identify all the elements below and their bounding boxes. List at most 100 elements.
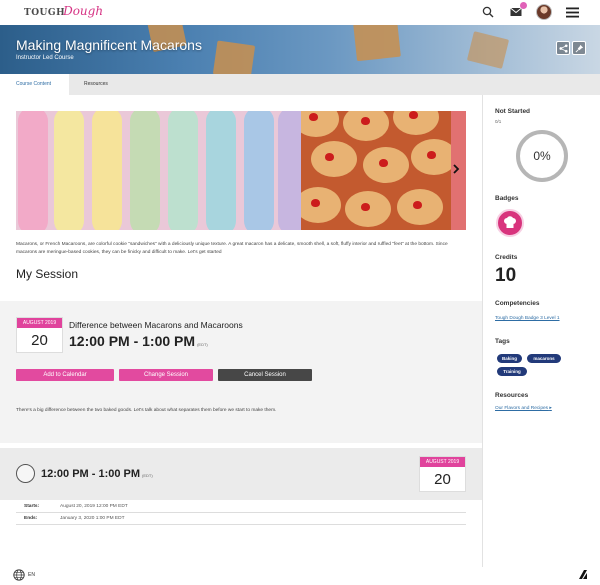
globe-icon (13, 569, 25, 581)
badges-heading: Badges (495, 195, 519, 202)
banner-cracker-graphic (466, 31, 510, 69)
competency-link[interactable]: Tough Dough Badge 3 Level 1 (495, 316, 560, 321)
cancel-session-button[interactable]: Cancel Session (218, 369, 312, 381)
macaron-stack-graphic (92, 111, 122, 230)
session-details: Starts: August 20, 2019 12:00 PM EDT End… (16, 501, 466, 525)
course-sidebar: Not Started 0/1 0% Badges Credits 10 Com… (482, 95, 600, 567)
competencies-heading: Competencies (495, 300, 540, 307)
course-type: Instructor Led Course (16, 55, 74, 61)
mail-icon[interactable] (508, 2, 527, 20)
add-to-calendar-button[interactable]: Add to Calendar (16, 369, 114, 381)
tag-training[interactable]: Training (497, 367, 527, 376)
ends-row: Ends: January 3, 2020 1:00 PM EDT (16, 513, 466, 525)
tag-baking[interactable]: Baking (497, 354, 522, 363)
credits-heading: Credits (495, 254, 518, 261)
chevron-right-icon (453, 164, 460, 174)
strawberry-graphic (379, 159, 388, 167)
progress-percent: 0% (533, 149, 551, 163)
alt-session-time: 12:00 PM - 1:00 PM (EDT) (41, 468, 153, 480)
language-selector[interactable]: EN (13, 569, 35, 581)
session-date-card: AUGUST 2019 20 (16, 317, 63, 353)
main-content: Macarons, or French Macaroons, are color… (0, 95, 482, 567)
alternate-session-option: 12:00 PM - 1:00 PM (EDT) AUGUST 2019 20 (0, 448, 482, 500)
course-title: Making Magnificent Macarons (16, 37, 202, 53)
strawberry-graphic (409, 111, 418, 119)
macaron-stack-graphic (54, 111, 84, 230)
progress-ring: 0% (516, 130, 568, 182)
macaron-stack-graphic (168, 111, 198, 230)
strawberry-graphic (427, 151, 436, 159)
ends-label: Ends: (24, 516, 38, 521)
resource-link-label: Our Flavors and Recipes (495, 406, 549, 411)
status-count: 0/1 (495, 119, 502, 124)
banner-cracker-graphic (212, 40, 256, 74)
tart-graphic (311, 141, 357, 177)
logo-text-dough: Dough (63, 4, 104, 18)
session-radio-button[interactable] (16, 464, 35, 483)
session-title: Difference between Macarons and Macaroon… (69, 320, 243, 330)
image-carousel (16, 111, 466, 230)
share-icon (558, 43, 568, 53)
tab-course-content[interactable]: Course Content (0, 74, 69, 95)
carousel-next-button[interactable] (452, 163, 460, 177)
starts-value: August 20, 2019 12:00 PM EDT (60, 504, 128, 509)
course-description: Macarons, or French Macaroons, are color… (16, 242, 448, 255)
tag-macarons[interactable]: macarons (527, 354, 561, 363)
menu-icon[interactable] (564, 4, 580, 20)
top-bar: TOUGHDough (0, 0, 600, 25)
tags-heading: Tags (495, 338, 510, 345)
tab-resources[interactable]: Resources (68, 74, 124, 95)
my-session-heading: My Session (16, 267, 79, 281)
course-tabs: Course Content Resources (0, 74, 600, 95)
credits-value: 10 (495, 265, 517, 286)
session-timezone: (EDT) (197, 342, 208, 347)
chef-hat-icon (504, 216, 516, 228)
strawberry-graphic (361, 117, 370, 125)
notification-badge (520, 2, 527, 9)
session-card: AUGUST 2019 20 Difference between Macaro… (0, 301, 482, 443)
session-day: 20 (31, 332, 48, 349)
starts-label: Starts: (24, 504, 40, 509)
macaron-stack-graphic (18, 111, 48, 230)
strawberry-graphic (413, 201, 422, 209)
avatar (536, 4, 552, 20)
status-heading: Not Started (495, 108, 531, 115)
strawberry-graphic (325, 153, 334, 161)
macarons-image (16, 111, 308, 230)
platform-logo-icon (579, 570, 587, 579)
alt-session-day: 20 (434, 471, 451, 488)
logo-text-tough: TOUGH (24, 8, 66, 18)
session-time: 12:00 PM - 1:00 PM (EDT) (69, 333, 208, 349)
brand-logo[interactable]: TOUGHDough (24, 4, 103, 22)
strawberry-graphic (309, 113, 318, 121)
strawberry-graphic (311, 199, 320, 207)
baker-badge[interactable] (496, 209, 524, 237)
session-note: There's a big difference between the two… (16, 408, 277, 413)
tart-graphic (343, 111, 389, 141)
chevron-right-icon: ▸ (549, 406, 552, 411)
change-session-button[interactable]: Change Session (119, 369, 213, 381)
tart-graphic (301, 187, 341, 223)
alt-session-date-card: AUGUST 2019 20 (419, 456, 466, 492)
banner-cracker-graphic (353, 25, 401, 62)
search-icon[interactable] (480, 4, 496, 20)
share-button[interactable] (556, 41, 570, 55)
resources-heading: Resources (495, 392, 529, 399)
user-avatar[interactable] (536, 4, 552, 20)
ends-value: January 3, 2020 1:00 PM EDT (60, 516, 125, 521)
macaron-stack-graphic (130, 111, 160, 230)
pin-button[interactable] (572, 41, 586, 55)
macaron-stack-graphic (206, 111, 236, 230)
starts-row: Starts: August 20, 2019 12:00 PM EDT (16, 501, 466, 513)
alt-session-timezone: (EDT) (142, 473, 153, 478)
macaron-stack-graphic (244, 111, 274, 230)
session-month: AUGUST 2019 (17, 318, 62, 328)
alt-session-month: AUGUST 2019 (420, 457, 465, 467)
session-time-range: 12:00 PM - 1:00 PM (69, 333, 196, 349)
footer: EN (0, 567, 600, 585)
tart-graphic (301, 111, 339, 137)
resource-link[interactable]: Our Flavors and Recipes ▸ (495, 406, 552, 411)
pin-icon (575, 44, 583, 52)
tarts-image (301, 111, 451, 230)
course-hero-banner: Making Magnificent Macarons Instructor L… (0, 25, 600, 74)
